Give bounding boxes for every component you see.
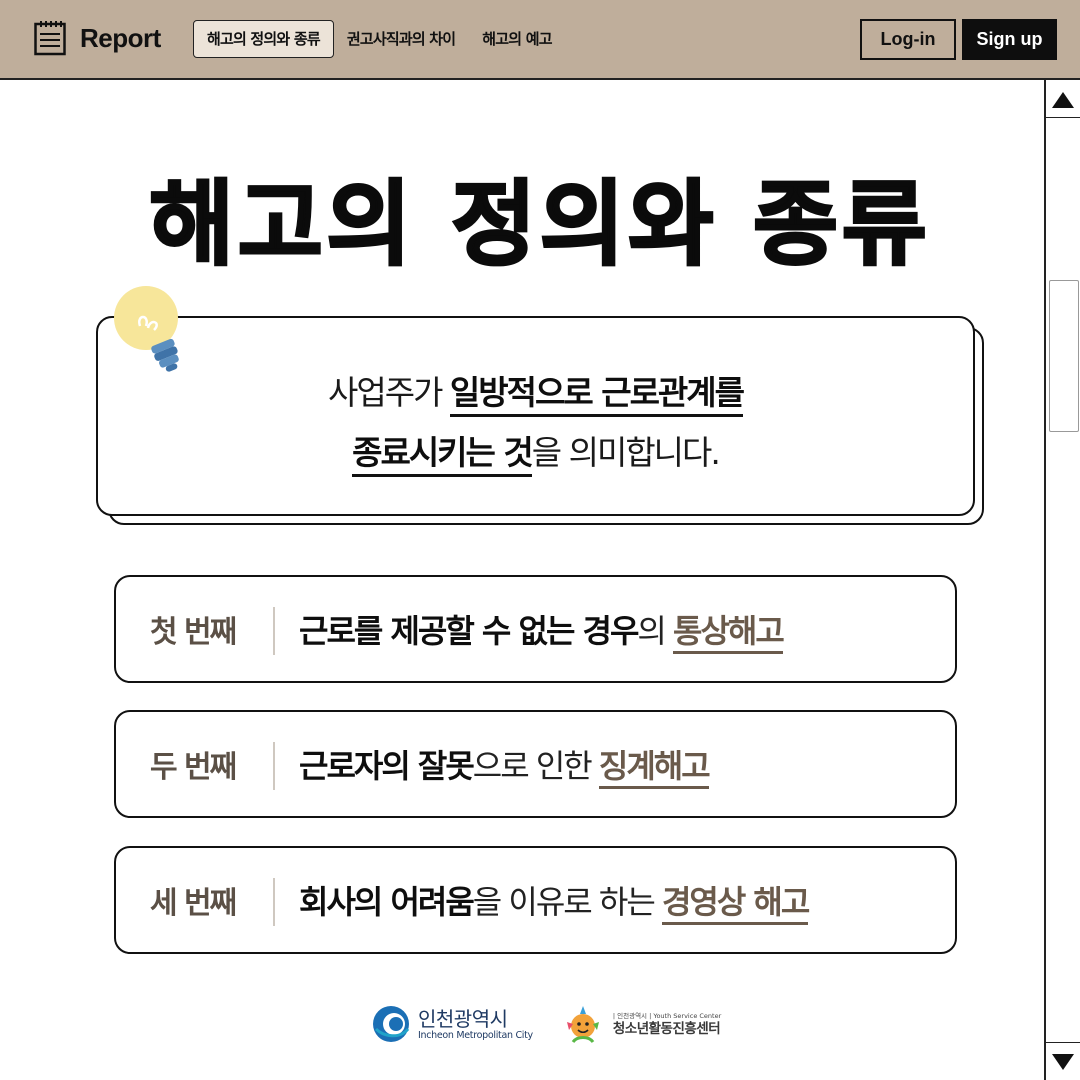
type-regular-text: 을 이유로 하는 [472, 883, 662, 921]
definition-card: 사업주가 일방적으로 근로관계를 종료시키는 것을 의미합니다. [96, 316, 975, 516]
type-ordinal: 세 번째 [150, 886, 237, 921]
app-title: Report [80, 22, 161, 53]
notepad-icon [34, 20, 66, 56]
type-bold-text: 근로자의 잘못 [299, 747, 475, 785]
scroll-down-button[interactable] [1046, 1042, 1080, 1080]
divider [273, 878, 275, 926]
login-button[interactable]: Log-in [860, 19, 956, 60]
definition-line-1: 사업주가 일방적으로 근로관계를 [98, 366, 973, 417]
definition-line1-highlight: 일방적으로 근로관계를 [449, 373, 745, 417]
divider [273, 607, 275, 655]
definition-line-2: 종료시키는 것을 의미합니다. [98, 426, 973, 477]
dismissal-type-card: 첫 번째 근로를 제공할 수 없는 경우의 통상해고 [114, 575, 957, 683]
type-regular-text: 의 [637, 612, 674, 650]
type-bold-text: 회사의 어려움 [299, 883, 475, 921]
type-description: 근로를 제공할 수 없는 경우의 통상해고 [299, 606, 785, 654]
type-bold-text: 근로를 제공할 수 없는 경우 [299, 612, 639, 650]
scroll-thumb[interactable] [1049, 280, 1079, 432]
scroll-up-arrow-icon [1052, 91, 1074, 108]
incheon-name-ko: 인천광역시 [418, 1006, 508, 1031]
type-description: 근로자의 잘못으로 인한 징계해고 [299, 741, 711, 789]
type-ordinal: 첫 번째 [150, 615, 237, 650]
type-name: 징계해고 [598, 747, 711, 789]
divider [273, 742, 275, 790]
type-regular-text: 으로 인한 [472, 747, 599, 785]
definition-line2-highlight: 종료시키는 것 [352, 433, 534, 477]
scroll-up-button[interactable] [1046, 82, 1080, 118]
tab-difference-from-resignation[interactable]: 권고사직과의 차이 [333, 20, 469, 58]
definition-line2-suffix: 을 의미합니다. [531, 433, 721, 472]
youth-center-subtitle: | 인천광역시 | Youth Service Center [612, 1012, 722, 1020]
youth-center-name: 청소년활동진흥센터 [612, 1021, 721, 1037]
brand[interactable]: Report [34, 20, 161, 56]
nav-tabs: 해고의 정의와 종류 권고사직과의 차이 해고의 예고 [193, 20, 566, 58]
scroll-down-arrow-icon [1052, 1053, 1074, 1070]
youth-center-logo: | 인천광역시 | Youth Service Center 청소년활동진흥센터 [561, 1002, 721, 1046]
incheon-emblem-icon [373, 1006, 410, 1042]
definition-line1-prefix: 사업주가 [327, 373, 450, 412]
incheon-logo: 인천광역시 Incheon Metropolitan City [372, 1005, 533, 1043]
type-name: 경영상 해고 [661, 883, 810, 925]
type-ordinal: 두 번째 [150, 750, 237, 785]
youth-center-emblem-icon [566, 1006, 599, 1044]
tab-definition-and-types[interactable]: 해고의 정의와 종류 [193, 20, 334, 58]
type-name: 통상해고 [673, 612, 785, 654]
incheon-name-en: Incheon Metropolitan City [418, 1029, 533, 1041]
signup-button[interactable]: Sign up [962, 19, 1057, 60]
dismissal-type-card: 세 번째 회사의 어려움을 이유로 하는 경영상 해고 [114, 846, 957, 954]
dismissal-type-card: 두 번째 근로자의 잘못으로 인한 징계해고 [114, 710, 957, 818]
tab-dismissal-notice[interactable]: 해고의 예고 [468, 20, 565, 58]
page-title: 해고의 정의와 종류 [148, 170, 931, 280]
lightbulb-icon [110, 284, 190, 384]
type-description: 회사의 어려움을 이유로 하는 경영상 해고 [299, 877, 810, 925]
top-bar: Report 해고의 정의와 종류 권고사직과의 차이 해고의 예고 Log-i… [0, 0, 1080, 80]
footer-logos: 인천광역시 Incheon Metropolitan City | 인천광역시 … [372, 1000, 721, 1048]
